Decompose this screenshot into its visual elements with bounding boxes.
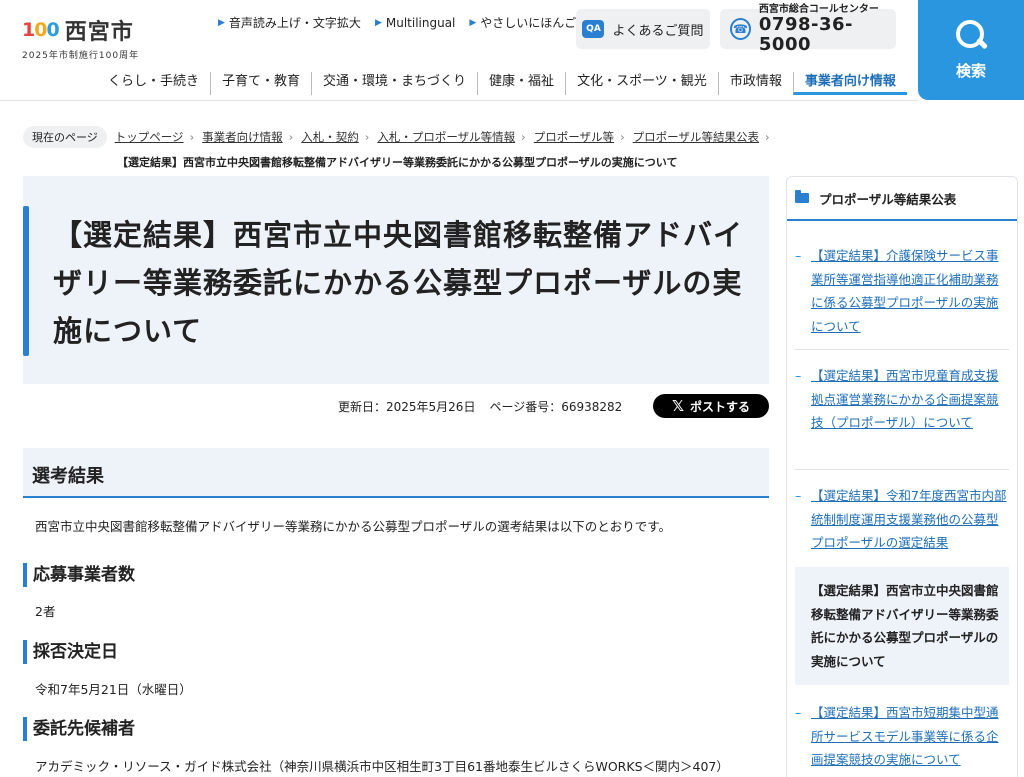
breadcrumb: 現在のページ トップページ › 事業者向け情報 › 入札・契約 › 入札・プロポーザル…	[23, 126, 783, 170]
page-number: ページ番号：66938282	[489, 400, 623, 414]
breadcrumb-link[interactable]: プロポーザル等結果公表	[633, 129, 759, 145]
breadcrumb-current: 【選定結果】西宮市立中央図書館移転整備アドバイザリー等業務委託にかかる公募型プロ…	[117, 156, 678, 169]
triangle-right-icon: ▶	[469, 17, 477, 28]
x-logo-icon: 𝕏	[671, 397, 685, 415]
triangle-right-icon: ▶	[374, 17, 382, 28]
dash-icon: –	[795, 248, 802, 263]
applicants-value: 2者	[35, 604, 56, 619]
search-button[interactable]: 検索	[918, 0, 1024, 100]
logo-text: 西宮市	[64, 20, 134, 45]
nav-item-business[interactable]: 事業者向け情報	[792, 72, 907, 95]
x-post-label: ポストする	[690, 399, 751, 414]
breadcrumb-here-label: 現在のページ	[23, 126, 107, 148]
faq-label: よくあるご質問	[612, 23, 704, 39]
side-divider	[795, 469, 1009, 470]
centennial-logo-mark: 100	[22, 19, 60, 41]
call-center-number: 0798-36-5000	[758, 13, 853, 55]
utility-links: ▶ 音声読み上げ・文字拡大 ▶ Multilingual ▶ やさしいにほんご	[218, 14, 576, 31]
qa-icon: QA	[582, 20, 605, 38]
side-nav-link-current[interactable]: 【選定結果】西宮市立中央図書館移転整備アドバイザリー等業務委託にかかる公募型プロ…	[811, 579, 1009, 685]
faq-button[interactable]: QA よくあるご質問	[576, 9, 710, 49]
intro-text: 西宮市立中央図書館移転整備アドバイザリー等業務にかかる公募型プロポーザルの選考結…	[35, 519, 672, 534]
nav-item-childcare[interactable]: 子育て・教育	[210, 72, 311, 95]
page-title: 【選定結果】西宮市立中央図書館移転整備アドバイザリー等業務委託にかかる公募型プロ…	[53, 218, 744, 348]
heading-candidate: 委託先候補者	[23, 717, 135, 741]
chevron-right-icon: ›	[364, 130, 370, 144]
phone-icon: ☎	[730, 18, 751, 40]
page-title-box: 【選定結果】西宮市立中央図書館移転整備アドバイザリー等業務委託にかかる公募型プロ…	[23, 176, 769, 384]
utility-link-easy-japanese[interactable]: ▶ やさしいにほんご	[469, 14, 576, 31]
nav-item-culture[interactable]: 文化・スポーツ・観光	[565, 72, 718, 95]
chevron-right-icon: ›	[764, 130, 770, 144]
breadcrumb-link[interactable]: トップページ	[115, 129, 184, 145]
call-center-button[interactable]: ☎ 西宮市総合コールセンター 0798-36-5000	[720, 4, 896, 54]
section-title: 選考結果	[32, 466, 104, 487]
search-label: 検索	[955, 61, 986, 80]
utility-link-multilingual[interactable]: ▶ Multilingual	[375, 14, 455, 31]
dash-icon: –	[795, 488, 802, 503]
breadcrumb-link[interactable]: 入札・プロポーザル等情報	[377, 129, 515, 145]
nav-item-health[interactable]: 健康・福祉	[477, 72, 565, 95]
side-nav: プロポーザル等結果公表 – 【選定結果】介護保険サービス事業所等運営指導他適正化…	[786, 176, 1018, 777]
triangle-right-icon: ▶	[218, 17, 225, 28]
global-nav: くらし・手続き 子育て・教育 交通・環境・まちづくり 健康・福祉 文化・スポーツ…	[108, 72, 907, 95]
heading-applicants: 応募事業者数	[23, 563, 135, 587]
side-nav-item[interactable]: – 【選定結果】介護保険サービス事業所等運営指導他適正化補助業務に係る公募型プロ…	[795, 244, 1009, 338]
section-heading-box: 選考結果	[23, 448, 769, 498]
side-nav-link[interactable]: 【選定結果】令和7年度西宮市内部統制制度運用支援業務他の公募型プロポーザルの選定…	[811, 484, 1009, 555]
side-nav-title: プロポーザル等結果公表	[819, 191, 957, 207]
folder-icon	[795, 190, 809, 203]
chevron-right-icon: ›	[189, 130, 195, 144]
updated-date: 更新日：2025年5月26日	[338, 400, 476, 414]
dash-icon: –	[795, 368, 802, 383]
nav-item-city-info[interactable]: 市政情報	[717, 72, 793, 95]
side-nav-link[interactable]: 【選定結果】介護保険サービス事業所等運営指導他適正化補助業務に係る公募型プロポー…	[811, 244, 1009, 338]
chevron-right-icon: ›	[620, 130, 625, 144]
chevron-right-icon: ›	[288, 130, 294, 144]
breadcrumb-link[interactable]: プロポーザル等	[534, 129, 614, 145]
utility-link-accessibility[interactable]: ▶ 音声読み上げ・文字拡大	[218, 14, 361, 31]
side-nav-item[interactable]: – 【選定結果】令和7年度西宮市内部統制制度運用支援業務他の公募型プロポーザルの…	[795, 484, 1009, 555]
title-accent-bar	[23, 206, 29, 356]
side-nav-heading: プロポーザル等結果公表	[787, 177, 1017, 221]
side-nav-item[interactable]: – 【選定結果】西宮市児童育成支援拠点運営業務にかかる企画提案競技（プロポーザル…	[795, 364, 1009, 435]
header-divider	[0, 100, 918, 101]
nav-item-transport[interactable]: 交通・環境・まちづくり	[311, 72, 477, 95]
x-post-button[interactable]: 𝕏 ポストする	[653, 394, 769, 418]
breadcrumb-link[interactable]: 事業者向け情報	[202, 129, 283, 145]
side-divider	[795, 349, 1009, 350]
dash-icon: –	[795, 705, 802, 720]
side-nav-item[interactable]: – 【選定結果】西宮市短期集中型通所サービスモデル事業等に係る企画提案競技の実施…	[795, 701, 1009, 772]
side-nav-item-current[interactable]: 【選定結果】西宮市立中央図書館移転整備アドバイザリー等業務委託にかかる公募型プロ…	[795, 567, 1009, 685]
side-nav-link[interactable]: 【選定結果】西宮市短期集中型通所サービスモデル事業等に係る企画提案競技の実施につ…	[811, 701, 1009, 772]
chevron-right-icon: ›	[521, 130, 526, 144]
nav-item-living[interactable]: くらし・手続き	[108, 72, 210, 95]
site-logo[interactable]: 100 西宮市 2025年市制施行100周年	[22, 14, 139, 61]
logo-subtitle: 2025年市制施行100周年	[22, 51, 140, 61]
heading-decision-date: 採否決定日	[23, 640, 118, 664]
search-icon	[956, 19, 989, 50]
candidate-value: アカデミック・リソース・ガイド株式会社（神奈川県横浜市中区相生町3丁目61番地泰…	[35, 759, 729, 774]
decision-date-value: 令和7年5月21日（水曜日）	[35, 682, 192, 697]
side-nav-link[interactable]: 【選定結果】西宮市児童育成支援拠点運営業務にかかる企画提案競技（プロポーザル）に…	[811, 364, 1009, 435]
page-meta: 更新日：2025年5月26日 ページ番号：66938282	[338, 398, 622, 415]
breadcrumb-link[interactable]: 入札・契約	[301, 129, 359, 145]
